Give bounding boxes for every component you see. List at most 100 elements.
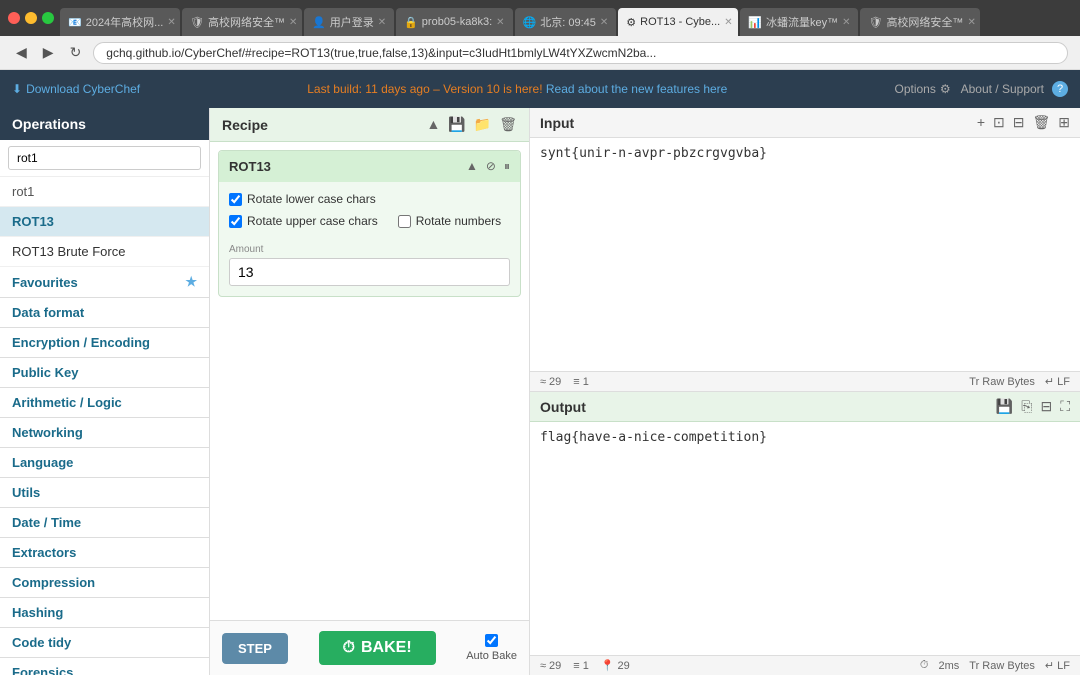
input-panel: Input + ⊡ ⊟ 🗑 ⊞ synt{unir-n-avpr-pbzcrgv… bbox=[530, 108, 1080, 392]
rotate-numbers-label[interactable]: Rotate numbers bbox=[398, 214, 501, 228]
io-panels: Input + ⊡ ⊟ 🗑 ⊞ synt{unir-n-avpr-pbzcrgv… bbox=[530, 108, 1080, 675]
chevron-up-icon[interactable]: ▲ bbox=[426, 116, 440, 133]
sidebar-title: Operations bbox=[0, 108, 209, 140]
tab-1[interactable]: 📧2024年高校网...✕ bbox=[60, 8, 180, 36]
options-button[interactable]: Options ⚙ bbox=[894, 82, 950, 96]
clear-input-icon[interactable]: 🗑 bbox=[1032, 114, 1050, 131]
sidebar-item-arithmetic[interactable]: Arithmetic / Logic bbox=[0, 388, 209, 418]
sidebar-item-data-format[interactable]: Data format bbox=[0, 298, 209, 328]
auto-bake-wrap: Auto Bake bbox=[466, 634, 517, 662]
output-lines-icon: ≡ bbox=[573, 660, 579, 672]
chars-icon: ≈ bbox=[540, 376, 546, 388]
op-disable-icon[interactable]: ⊘ bbox=[486, 159, 496, 174]
browser-bar: 📧2024年高校网...✕ 🛡高校网络安全™✕ 👤用户登录✕ 🔒prob05-k… bbox=[0, 0, 1080, 36]
sidebar-item-rot13[interactable]: ROT13 bbox=[0, 207, 209, 237]
rotate-upper-checkbox[interactable] bbox=[229, 215, 242, 228]
sidebar-item-rot1[interactable]: rot1 bbox=[0, 177, 209, 207]
output-title: Output bbox=[540, 399, 586, 415]
minimize-window-btn[interactable] bbox=[25, 12, 37, 24]
rotate-numbers-checkbox[interactable] bbox=[398, 215, 411, 228]
about-support-button[interactable]: About / Support ? bbox=[961, 81, 1068, 97]
header-right: Options ⚙ About / Support ? bbox=[894, 81, 1068, 97]
recipe-op-rot13: ROT13 ▲ ⊘ ⏸ Rotate lower case chars bbox=[218, 150, 521, 297]
amount-input[interactable] bbox=[229, 258, 510, 286]
window-controls bbox=[8, 12, 54, 24]
tab-7[interactable]: 📊冰蟠流量key™✕ bbox=[740, 8, 858, 36]
sidebar-item-code-tidy[interactable]: Code tidy bbox=[0, 628, 209, 658]
sidebar-item-networking[interactable]: Networking bbox=[0, 418, 209, 448]
tab-5[interactable]: 🌐北京: 09:45✕ bbox=[515, 8, 617, 36]
sidebar: Operations rot1 ROT13 ROT13 Brute Force … bbox=[0, 108, 210, 675]
address-input[interactable] bbox=[93, 42, 1068, 64]
sidebar-item-language[interactable]: Language bbox=[0, 448, 209, 478]
add-input-icon[interactable]: + bbox=[977, 114, 985, 131]
op-pause-icon[interactable]: ⏸ bbox=[504, 159, 510, 174]
auto-bake-checkbox[interactable] bbox=[485, 634, 498, 647]
raw-bytes-label: Tr Raw Bytes bbox=[969, 376, 1035, 388]
sidebar-item-rot13-brute[interactable]: ROT13 Brute Force bbox=[0, 237, 209, 267]
download-link[interactable]: ⬇ Download CyberChef bbox=[12, 82, 140, 96]
build-link[interactable]: Read about the new features here bbox=[546, 82, 727, 96]
sidebar-item-forensics[interactable]: Forensics bbox=[0, 658, 209, 675]
swap-output-icon[interactable]: ⊟ bbox=[1040, 398, 1052, 415]
sidebar-item-encryption[interactable]: Encryption / Encoding bbox=[0, 328, 209, 358]
grid-input-icon[interactable]: ⊞ bbox=[1058, 114, 1070, 131]
sidebar-item-compression[interactable]: Compression bbox=[0, 568, 209, 598]
app-header: ⬇ Download CyberChef Last build: 11 days… bbox=[0, 70, 1080, 108]
rotate-lower-label[interactable]: Rotate lower case chars bbox=[229, 192, 376, 206]
save-recipe-icon[interactable]: 💾 bbox=[448, 116, 465, 133]
output-time-icon: ⏱ bbox=[920, 659, 929, 672]
rotate-upper-row: Rotate upper case chars bbox=[229, 214, 378, 228]
refresh-btn[interactable]: ↻ bbox=[66, 42, 86, 63]
split-input-icon[interactable]: ⊟ bbox=[1013, 114, 1025, 131]
input-panel-icons: + ⊡ ⊟ 🗑 ⊞ bbox=[977, 114, 1070, 131]
rotate-lower-row: Rotate lower case chars bbox=[229, 192, 510, 206]
sidebar-item-hashing[interactable]: Hashing bbox=[0, 598, 209, 628]
close-window-btn[interactable] bbox=[8, 12, 20, 24]
step-button[interactable]: STEP bbox=[222, 633, 288, 664]
search-input[interactable] bbox=[8, 146, 201, 170]
output-header: Output 💾 ⎘ ⊟ ⛶ bbox=[530, 392, 1080, 422]
amount-label: Amount bbox=[229, 244, 510, 255]
op-chevron-up-icon[interactable]: ▲ bbox=[466, 159, 478, 174]
tab-cyberchef[interactable]: ⚙ROT13 - Cybe...✕ bbox=[618, 8, 738, 36]
tab-2[interactable]: 🛡高校网络安全™✕ bbox=[182, 8, 302, 36]
output-chars-icon: ≈ bbox=[540, 660, 546, 672]
back-btn[interactable]: ◀ bbox=[12, 42, 31, 63]
tab-3[interactable]: 👤用户登录✕ bbox=[304, 8, 394, 36]
input-content[interactable]: synt{unir-n-avpr-pbzcrgvgvba} bbox=[530, 138, 1080, 371]
recipe-op-name: ROT13 bbox=[229, 159, 271, 174]
output-content[interactable]: flag{have-a-nice-competition} bbox=[530, 422, 1080, 655]
output-footer-right: ⏱ 2ms Tr Raw Bytes ↵ LF bbox=[920, 659, 1070, 672]
output-lines-stat: ≡ 1 bbox=[573, 659, 589, 672]
rotate-lower-checkbox[interactable] bbox=[229, 193, 242, 206]
folder-icon[interactable]: 📁 bbox=[474, 116, 491, 133]
rotate-numbers-row: Rotate numbers bbox=[398, 214, 501, 228]
save-output-icon[interactable]: 💾 bbox=[996, 398, 1013, 415]
sidebar-item-favourites[interactable]: Favourites ★ bbox=[0, 267, 209, 298]
bake-button[interactable]: ⏱ BAKE! bbox=[319, 631, 436, 665]
fullscreen-output-icon[interactable]: ⛶ bbox=[1060, 398, 1070, 415]
tab-4[interactable]: 🔒prob05-ka8k3:✕ bbox=[396, 8, 512, 36]
build-notice: Last build: 11 days ago – Version 10 is … bbox=[140, 82, 894, 96]
input-lines-stat: ≡ 1 bbox=[573, 376, 589, 388]
output-lf-label: ↵ LF bbox=[1045, 659, 1070, 672]
main-layout: Operations rot1 ROT13 ROT13 Brute Force … bbox=[0, 108, 1080, 675]
sidebar-item-extractors[interactable]: Extractors bbox=[0, 538, 209, 568]
sidebar-item-public-key[interactable]: Public Key bbox=[0, 358, 209, 388]
recipe-title: Recipe bbox=[222, 117, 268, 133]
sidebar-item-utils[interactable]: Utils bbox=[0, 478, 209, 508]
restore-input-icon[interactable]: ⊡ bbox=[993, 114, 1005, 131]
search-wrap bbox=[0, 140, 209, 177]
forward-btn[interactable]: ▶ bbox=[39, 42, 58, 63]
sidebar-item-datetime[interactable]: Date / Time bbox=[0, 508, 209, 538]
rotate-upper-label[interactable]: Rotate upper case chars bbox=[229, 214, 378, 228]
star-icon: ★ bbox=[185, 274, 197, 290]
output-panel-icons: 💾 ⎘ ⊟ ⛶ bbox=[996, 398, 1070, 415]
recipe-header-icons: ▲ 💾 📁 🗑 bbox=[426, 116, 517, 133]
copy-output-icon[interactable]: ⎘ bbox=[1021, 398, 1032, 415]
clear-recipe-icon[interactable]: 🗑 bbox=[499, 116, 517, 133]
bake-icon: ⏱ bbox=[343, 639, 355, 657]
tab-8[interactable]: 🛡高校网络安全™✕ bbox=[860, 8, 980, 36]
maximize-window-btn[interactable] bbox=[42, 12, 54, 24]
